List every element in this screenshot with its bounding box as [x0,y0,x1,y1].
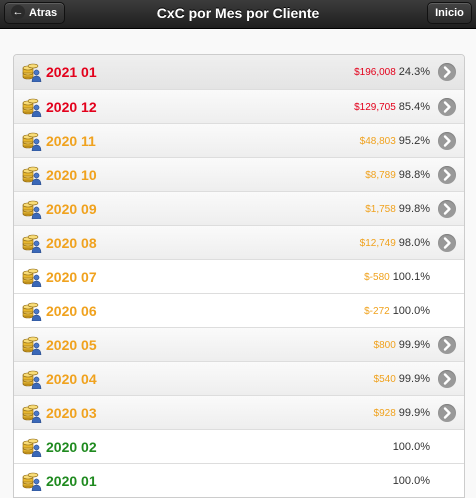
month-label: 2020 09 [46,201,97,217]
row-values: $196,008 24.3% [354,66,430,78]
coins-client-icon [22,199,42,220]
row-values: $928 99.9% [374,407,430,419]
chevron-right-icon[interactable] [438,336,456,354]
list-item: 2020 06 $-272 100.0% [14,293,464,327]
amount-value: $-272 [364,306,390,317]
amount-value: $12,749 [359,238,396,249]
row-values: $12,749 98.0% [360,237,430,249]
percent-value: 99.9% [398,339,430,351]
month-label: 2020 11 [46,133,96,149]
percent-value: 98.8% [398,169,430,181]
row-values: $540 99.9% [374,373,430,385]
month-label: 2020 12 [46,99,97,115]
coins-client-icon [22,131,42,152]
month-label: 2020 04 [46,371,97,387]
list-item[interactable]: 2020 12 $129,705 85.4% [14,89,464,123]
percent-value: 100.1% [392,271,430,283]
percent-value: 24.3% [398,66,430,78]
amount-value: $540 [373,374,396,385]
coins-client-icon [22,301,42,322]
coins-client-icon [22,233,42,254]
percent-value: 100.0% [392,475,430,487]
row-values: $-272 100.0% [364,305,430,317]
chevron-right-icon[interactable] [438,98,456,116]
month-list: 2021 01 $196,008 24.3% 2020 12 $129,705 85.4%… [13,54,465,498]
amount-value: $800 [373,340,396,351]
chevron-right-icon[interactable] [438,404,456,422]
list-item: 2020 02 100.0% [14,429,464,463]
chevron-right-icon[interactable] [438,166,456,184]
coins-client-icon [22,471,42,492]
amount-value: $48,803 [359,136,396,147]
percent-value: 95.2% [398,135,430,147]
month-label: 2020 02 [46,439,97,455]
month-label: 2020 03 [46,405,97,421]
row-values: $48,803 95.2% [360,135,430,147]
row-values: 100.0% [393,475,430,487]
percent-value: 99.9% [398,407,430,419]
chevron-right-icon[interactable] [438,132,456,150]
percent-value: 99.9% [398,373,430,385]
list-item: 2020 07 $-580 100.1% [14,259,464,293]
amount-value: $8,789 [365,170,396,181]
row-values: $800 99.9% [374,339,430,351]
chevron-right-icon[interactable] [438,200,456,218]
list-item[interactable]: 2020 04 $540 99.9% [14,361,464,395]
home-button[interactable]: Inicio [427,2,472,24]
page-title: CxC por Mes por Cliente [156,5,320,21]
list-item[interactable]: 2020 10 $8,789 98.8% [14,157,464,191]
list-item[interactable]: 2020 11 $48,803 95.2% [14,123,464,157]
row-values: 100.0% [393,441,430,453]
percent-value: 98.0% [398,237,430,249]
percent-value: 99.8% [398,203,430,215]
percent-value: 100.0% [392,441,430,453]
month-label: 2020 08 [46,235,97,251]
coins-client-icon [22,403,42,424]
list-item[interactable]: 2020 08 $12,749 98.0% [14,225,464,259]
amount-value: $-580 [364,272,390,283]
row-values: $8,789 98.8% [365,169,430,181]
amount-value: $129,705 [354,102,396,113]
percent-value: 100.0% [392,305,430,317]
month-label: 2020 10 [46,167,97,183]
percent-value: 85.4% [398,101,430,113]
coins-client-icon [22,437,42,458]
coins-client-icon [22,62,42,83]
row-values: $1,758 99.8% [365,203,430,215]
list-item[interactable]: 2020 05 $800 99.9% [14,327,464,361]
coins-client-icon [22,165,42,186]
amount-value: $196,008 [354,67,396,78]
chevron-right-icon[interactable] [438,370,456,388]
row-values: $129,705 85.4% [354,101,430,113]
month-label: 2020 06 [46,303,97,319]
coins-client-icon [22,267,42,288]
coins-client-icon [22,369,42,390]
month-label: 2021 01 [46,64,97,80]
list-item[interactable]: 2021 01 $196,008 24.3% [14,55,464,89]
list-item[interactable]: 2020 03 $928 99.9% [14,395,464,429]
chevron-right-icon[interactable] [438,63,456,81]
chevron-right-icon[interactable] [438,234,456,252]
row-values: $-580 100.1% [364,271,430,283]
amount-value: $928 [373,408,396,419]
amount-value: $1,758 [365,204,396,215]
month-label: 2020 05 [46,337,97,353]
month-label: 2020 01 [46,473,97,489]
list-item: 2020 01 100.0% [14,463,464,497]
list-item[interactable]: 2020 09 $1,758 99.8% [14,191,464,225]
month-label: 2020 07 [46,269,97,285]
app-header: ← Atras CxC por Mes por Cliente Inicio [0,0,476,29]
coins-client-icon [22,97,42,118]
coins-client-icon [22,335,42,356]
